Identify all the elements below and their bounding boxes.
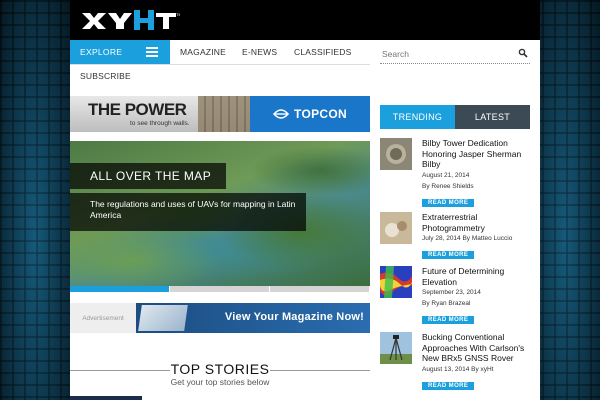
tab-trending[interactable]: TRENDING: [380, 105, 455, 129]
magazine-cover-image: [138, 305, 188, 331]
nav-divider: [70, 64, 370, 65]
hero-pagination: [70, 286, 370, 292]
hero-description: The regulations and uses of UAVs for map…: [70, 193, 306, 231]
main-nav: EXPLORE MAGAZINE E-NEWS CLASSIFIEDS SUBS…: [70, 40, 370, 88]
advertisement-label: Advertisement: [70, 303, 136, 333]
search-icon[interactable]: [518, 48, 528, 58]
nav-item-subscribe[interactable]: SUBSCRIBE: [80, 71, 131, 81]
hero-dot-2[interactable]: [170, 286, 269, 292]
hero-slider[interactable]: ALL OVER THE MAP The regulations and use…: [70, 141, 370, 286]
hamburger-menu-icon[interactable]: [146, 47, 158, 57]
site-logo[interactable]: TM: [80, 9, 180, 31]
ad-left-panel: THE POWER to see through walls.: [70, 96, 250, 132]
trademark-label: TM: [176, 12, 180, 17]
read-more-button[interactable]: READ MORE: [422, 381, 475, 390]
explore-button[interactable]: EXPLORE: [70, 40, 170, 64]
page: TM EXPLORE MAGAZINE E-NEWS CLASSIFIEDS S…: [70, 0, 540, 400]
site-header: TM: [70, 0, 540, 40]
story-thumbnail[interactable]: [380, 138, 412, 170]
story-author: By Ryan Brazeal: [422, 300, 471, 307]
tab-latest[interactable]: LATEST: [455, 105, 530, 129]
hero-dot-3[interactable]: [270, 286, 369, 292]
background-right: [530, 0, 600, 400]
story-thumbnail[interactable]: [380, 266, 412, 298]
xyht-logo-icon: TM: [82, 10, 180, 30]
story-title[interactable]: Extraterrestrial Photogrammetry: [422, 212, 530, 233]
story-date: August 13, 2014 By xyHt: [422, 365, 494, 373]
top-stories-title: TOP STORIES: [170, 361, 270, 377]
story-title[interactable]: Bilby Tower Dedication Honoring Jasper S…: [422, 138, 530, 170]
search-input[interactable]: [382, 46, 507, 62]
view-magazine-text: View Your Magazine Now!: [224, 311, 364, 323]
ad-wall-image: [198, 96, 250, 132]
background-left: [0, 0, 70, 400]
story-thumbnail[interactable]: [380, 212, 412, 244]
read-more-button[interactable]: READ MORE: [422, 251, 475, 259]
top-stories-section: TOP STORIES Get your top stories below: [70, 360, 370, 400]
hero-title: ALL OVER THE MAP: [70, 163, 226, 189]
sidebar-story: Extraterrestrial Photogrammetry July 28,…: [380, 212, 530, 262]
ad-brand-panel: TOPCON: [250, 96, 370, 132]
story-title[interactable]: Future of Determining Elevation: [422, 266, 530, 287]
ad-tagline: to see through walls.: [130, 120, 190, 127]
magazine-ad: Advertisement View Your Magazine Now!: [70, 303, 370, 333]
nav-item-e-news[interactable]: E-NEWS: [242, 47, 277, 57]
nav-item-magazine[interactable]: MAGAZINE: [180, 47, 226, 57]
story-date: September 23, 2014: [422, 289, 481, 296]
sidebar-story: Bilby Tower Dedication Honoring Jasper S…: [380, 138, 530, 207]
nav-item-classifieds[interactable]: CLASSIFIEDS: [294, 47, 351, 57]
read-more-button[interactable]: READ MORE: [422, 198, 475, 207]
top-stories-subtitle: Get your top stories below: [170, 377, 270, 387]
search-box: [380, 44, 530, 64]
story-title[interactable]: Bucking Conventional Approaches With Car…: [422, 332, 530, 364]
story-date: July 28, 2014 By Matteo Luccio: [422, 235, 513, 242]
topcon-logo-icon: [273, 109, 290, 119]
explore-label: EXPLORE: [80, 47, 123, 57]
top-story-thumbnail[interactable]: [70, 396, 142, 400]
topcon-ad-banner[interactable]: THE POWER to see through walls. TOPCON: [70, 96, 370, 132]
sidebar-story: Future of Determining Elevation Septembe…: [380, 266, 530, 330]
story-thumbnail[interactable]: [380, 332, 412, 364]
ad-headline: THE POWER: [88, 100, 187, 119]
sidebar-story: Bucking Conventional Approaches With Car…: [380, 332, 530, 396]
ad-brand-name: TOPCON: [294, 107, 347, 121]
story-date: August 21, 2014: [422, 171, 470, 179]
hero-dot-1[interactable]: [70, 286, 169, 292]
read-more-button[interactable]: READ MORE: [422, 316, 475, 324]
story-author: By Renee Shields: [422, 182, 474, 190]
view-magazine-banner[interactable]: View Your Magazine Now!: [136, 303, 370, 333]
sidebar: TRENDING LATEST Bilby Tower Dedication H…: [380, 105, 530, 400]
